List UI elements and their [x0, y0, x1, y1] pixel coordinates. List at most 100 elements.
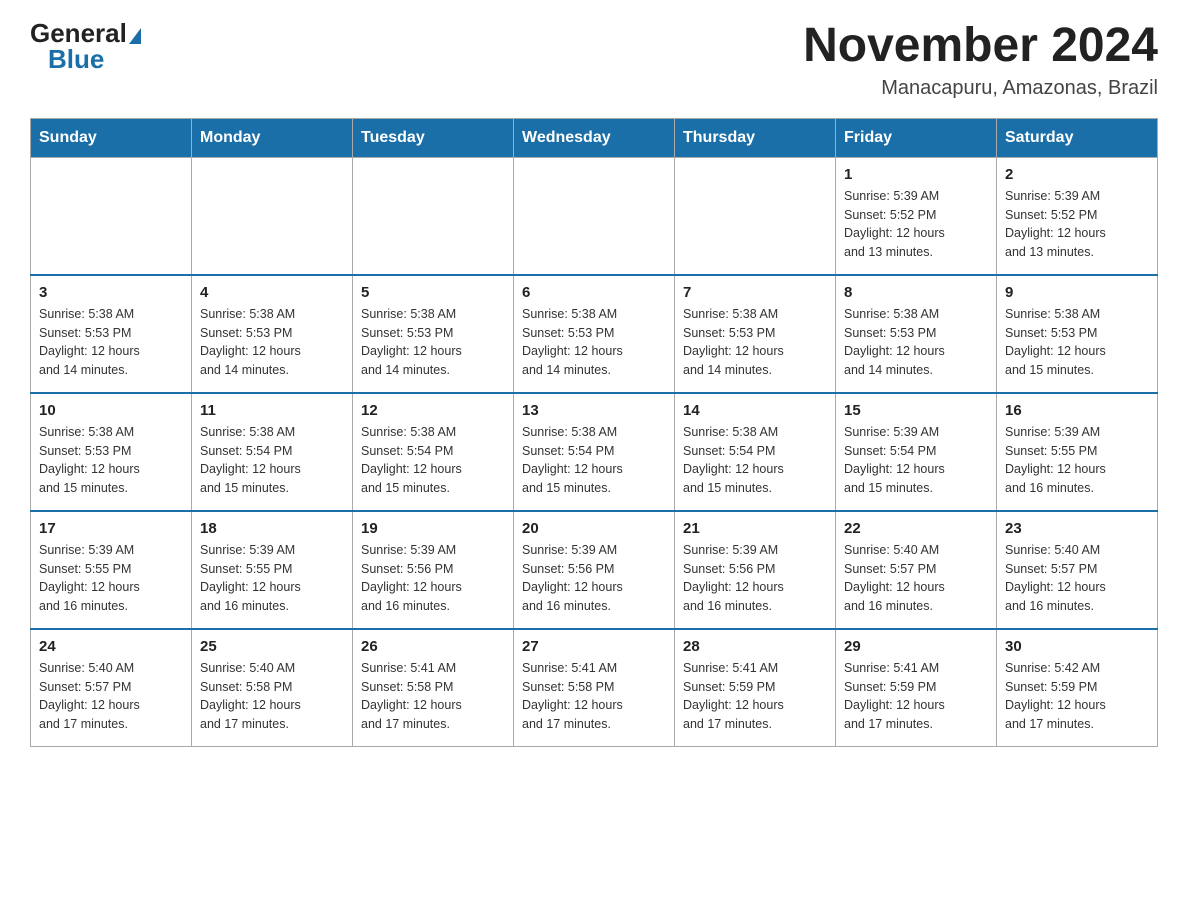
day-info: Sunrise: 5:38 AMSunset: 5:53 PMDaylight:…: [683, 305, 827, 380]
logo: General Blue: [30, 20, 141, 72]
calendar-cell: 19Sunrise: 5:39 AMSunset: 5:56 PMDayligh…: [353, 511, 514, 629]
calendar-cell: 27 Sunrise: 5:41 AMSunset: 5:58 PMDayligh…: [514, 629, 675, 747]
day-info: Sunrise: 5:38 AMSunset: 5:54 PMDaylight:…: [361, 423, 505, 498]
calendar-cell: 7 Sunrise: 5:38 AMSunset: 5:53 PMDaylight…: [675, 275, 836, 393]
day-info: Sunrise: 5:40 AMSunset: 5:58 PMDaylight:…: [200, 659, 344, 734]
day-info: Sunrise: 5:38 AMSunset: 5:53 PMDaylight:…: [522, 305, 666, 380]
day-info: Sunrise: 5:38 AMSunset: 5:53 PMDaylight:…: [361, 305, 505, 380]
day-number: 11: [200, 402, 344, 419]
calendar-cell: 22 Sunrise: 5:40 AMSunset: 5:57 PMDayligh…: [836, 511, 997, 629]
title-section: November 2024 Manacapuru, Amazonas, Braz…: [803, 20, 1158, 100]
calendar-cell: 11 Sunrise: 5:38 AMSunset: 5:54 PMDayligh…: [192, 393, 353, 511]
day-of-week-header: Friday: [836, 118, 997, 157]
calendar-cell: 16 Sunrise: 5:39 AMSunset: 5:55 PMDayligh…: [997, 393, 1158, 511]
day-info: Sunrise: 5:40 AMSunset: 5:57 PMDaylight:…: [1005, 541, 1149, 616]
day-number: 13: [522, 402, 666, 419]
day-info: Sunrise: 5:38 AMSunset: 5:53 PMDaylight:…: [39, 305, 183, 380]
month-title: November 2024: [803, 20, 1158, 73]
calendar-cell: 6Sunrise: 5:38 AMSunset: 5:53 PMDaylight…: [514, 275, 675, 393]
day-number: 26: [361, 638, 505, 655]
calendar-cell: 25 Sunrise: 5:40 AMSunset: 5:58 PMDayligh…: [192, 629, 353, 747]
day-number: 30: [1005, 638, 1149, 655]
calendar-cell: [192, 157, 353, 275]
day-info: Sunrise: 5:41 AMSunset: 5:59 PMDaylight:…: [844, 659, 988, 734]
calendar-week-row: 24Sunrise: 5:40 AMSunset: 5:57 PMDayligh…: [31, 629, 1158, 747]
day-number: 12: [361, 402, 505, 419]
day-info: Sunrise: 5:39 AMSunset: 5:54 PMDaylight:…: [844, 423, 988, 498]
location-text: Manacapuru, Amazonas, Brazil: [803, 77, 1158, 100]
logo-general-text: General: [30, 20, 127, 46]
calendar-cell: [31, 157, 192, 275]
day-number: 8: [844, 284, 988, 301]
calendar-cell: 3 Sunrise: 5:38 AMSunset: 5:53 PMDaylight…: [31, 275, 192, 393]
calendar-week-row: 10 Sunrise: 5:38 AMSunset: 5:53 PMDayligh…: [31, 393, 1158, 511]
calendar-cell: 5 Sunrise: 5:38 AMSunset: 5:53 PMDaylight…: [353, 275, 514, 393]
day-info: Sunrise: 5:40 AMSunset: 5:57 PMDaylight:…: [844, 541, 988, 616]
day-number: 3: [39, 284, 183, 301]
calendar-cell: 4 Sunrise: 5:38 AMSunset: 5:53 PMDaylight…: [192, 275, 353, 393]
calendar-cell: 13 Sunrise: 5:38 AMSunset: 5:54 PMDayligh…: [514, 393, 675, 511]
day-info: Sunrise: 5:38 AMSunset: 5:54 PMDaylight:…: [522, 423, 666, 498]
day-info: Sunrise: 5:38 AMSunset: 5:53 PMDaylight:…: [200, 305, 344, 380]
calendar-cell: 29 Sunrise: 5:41 AMSunset: 5:59 PMDayligh…: [836, 629, 997, 747]
calendar-cell: 8 Sunrise: 5:38 AMSunset: 5:53 PMDaylight…: [836, 275, 997, 393]
day-of-week-header: Tuesday: [353, 118, 514, 157]
calendar-cell: 1Sunrise: 5:39 AMSunset: 5:52 PMDaylight…: [836, 157, 997, 275]
day-info: Sunrise: 5:38 AMSunset: 5:54 PMDaylight:…: [683, 423, 827, 498]
calendar-cell: 18 Sunrise: 5:39 AMSunset: 5:55 PMDayligh…: [192, 511, 353, 629]
day-info: Sunrise: 5:39 AMSunset: 5:56 PMDaylight:…: [522, 541, 666, 616]
day-number: 28: [683, 638, 827, 655]
day-number: 21: [683, 520, 827, 537]
day-number: 24: [39, 638, 183, 655]
day-number: 14: [683, 402, 827, 419]
day-info: Sunrise: 5:38 AMSunset: 5:54 PMDaylight:…: [200, 423, 344, 498]
day-number: 4: [200, 284, 344, 301]
day-of-week-header: Thursday: [675, 118, 836, 157]
day-of-week-header: Monday: [192, 118, 353, 157]
day-number: 17: [39, 520, 183, 537]
day-number: 27: [522, 638, 666, 655]
day-number: 22: [844, 520, 988, 537]
day-info: Sunrise: 5:39 AMSunset: 5:55 PMDaylight:…: [200, 541, 344, 616]
day-of-week-header: Sunday: [31, 118, 192, 157]
day-number: 15: [844, 402, 988, 419]
day-info: Sunrise: 5:41 AMSunset: 5:58 PMDaylight:…: [361, 659, 505, 734]
day-info: Sunrise: 5:42 AMSunset: 5:59 PMDaylight:…: [1005, 659, 1149, 734]
day-info: Sunrise: 5:38 AMSunset: 5:53 PMDaylight:…: [844, 305, 988, 380]
day-info: Sunrise: 5:41 AMSunset: 5:59 PMDaylight:…: [683, 659, 827, 734]
day-number: 7: [683, 284, 827, 301]
calendar-cell: 20 Sunrise: 5:39 AMSunset: 5:56 PMDayligh…: [514, 511, 675, 629]
day-number: 23: [1005, 520, 1149, 537]
calendar-cell: 23 Sunrise: 5:40 AMSunset: 5:57 PMDayligh…: [997, 511, 1158, 629]
day-info: Sunrise: 5:39 AMSunset: 5:56 PMDaylight:…: [683, 541, 827, 616]
day-number: 10: [39, 402, 183, 419]
day-number: 16: [1005, 402, 1149, 419]
calendar-week-row: 17 Sunrise: 5:39 AMSunset: 5:55 PMDayligh…: [31, 511, 1158, 629]
calendar-week-row: 1 Sunrise: 5:39 AMSunset: 5:52 PMDaylight…: [31, 157, 1158, 275]
day-info: Sunrise: 5:38 AMSunset: 5:53 PMDaylight:…: [1005, 305, 1149, 380]
day-info: Sunrise: 5:39 AMSunset: 5:55 PMDaylight:…: [1005, 423, 1149, 498]
calendar-cell: 14 Sunrise: 5:38 AMSunset: 5:54 PMDayligh…: [675, 393, 836, 511]
day-number: 2: [1005, 166, 1149, 183]
calendar-cell: [353, 157, 514, 275]
logo-blue-text: Blue: [48, 46, 104, 72]
day-info: Sunrise: 5:39 AMSunset: 5:52 PMDaylight:…: [1005, 187, 1149, 262]
calendar-cell: [675, 157, 836, 275]
day-number: 18: [200, 520, 344, 537]
day-info: Sunrise: 5:38 AMSunset: 5:53 PMDaylight:…: [39, 423, 183, 498]
day-number: 19: [361, 520, 505, 537]
calendar-cell: [514, 157, 675, 275]
day-number: 1: [844, 166, 988, 183]
day-number: 29: [844, 638, 988, 655]
day-number: 20: [522, 520, 666, 537]
calendar-header-row: SundayMondayTuesdayWednesdayThursdayFrid…: [31, 118, 1158, 157]
calendar-cell: 15 Sunrise: 5:39 AMSunset: 5:54 PMDayligh…: [836, 393, 997, 511]
day-number: 25: [200, 638, 344, 655]
calendar-table: SundayMondayTuesdayWednesdayThursdayFrid…: [30, 118, 1158, 747]
calendar-cell: 21 Sunrise: 5:39 AMSunset: 5:56 PMDayligh…: [675, 511, 836, 629]
calendar-cell: 24Sunrise: 5:40 AMSunset: 5:57 PMDayligh…: [31, 629, 192, 747]
calendar-cell: 30 Sunrise: 5:42 AMSunset: 5:59 PMDayligh…: [997, 629, 1158, 747]
day-info: Sunrise: 5:41 AMSunset: 5:58 PMDaylight:…: [522, 659, 666, 734]
page-header: General Blue November 2024 Manacapuru, A…: [30, 20, 1158, 100]
day-number: 5: [361, 284, 505, 301]
